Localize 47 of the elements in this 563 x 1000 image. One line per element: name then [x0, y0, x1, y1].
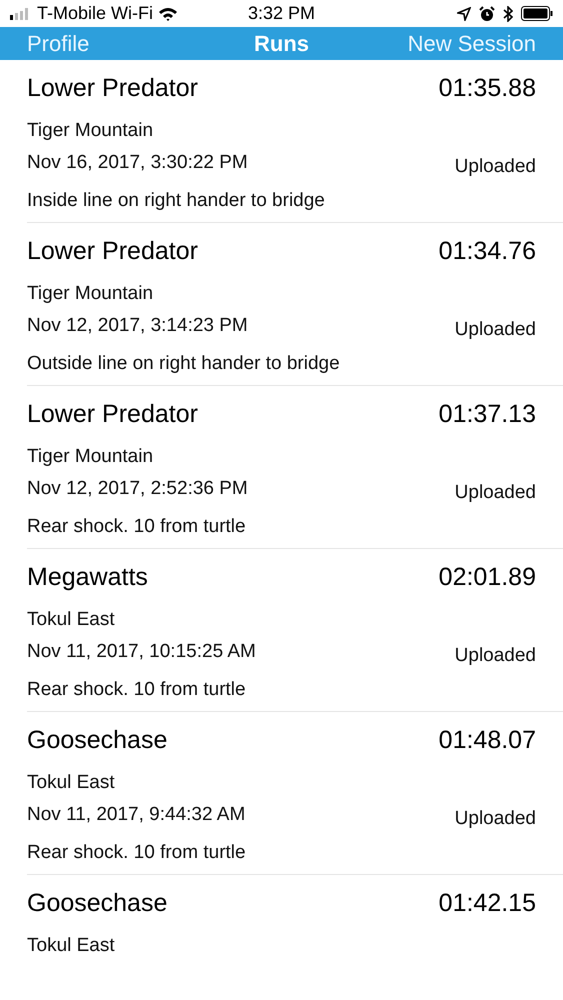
- battery-icon: [521, 6, 553, 21]
- trail-name: Lower Predator: [27, 236, 198, 268]
- location-name: Tiger Mountain: [27, 119, 154, 139]
- run-time: 01:48.07: [438, 725, 536, 756]
- location-name: Tokul East: [27, 608, 115, 628]
- run-row[interactable]: Goosechase 01:42.15 Tokul East: [27, 875, 563, 1000]
- location-arrow-icon: [457, 6, 471, 20]
- run-note: Outside line on right hander to bridge: [27, 352, 340, 372]
- trail-name: Lower Predator: [27, 73, 198, 104]
- location-name: Tiger Mountain: [27, 445, 154, 465]
- run-time: 01:35.88: [438, 73, 536, 104]
- location-name: Tokul East: [27, 771, 115, 791]
- trail-name: Goosechase: [27, 888, 168, 920]
- run-row[interactable]: Lower Predator 01:34.76 Tiger Mountain Nov 12, 2017, 3:14:23 PM Uploaded Outside line on right hander to bridge: [27, 223, 563, 386]
- carrier-name: T-Mobile Wi-Fi: [37, 2, 153, 25]
- wifi-icon: [158, 6, 178, 20]
- run-note: Rear shock. 10 from turtle: [27, 841, 246, 861]
- run-row[interactable]: Goosechase 01:48.07 Tokul East Nov 11, 2017, 9:44:32 AM Uploaded Rear shock. 10 from turtle: [27, 712, 563, 875]
- trail-name: Megawatts: [27, 562, 148, 594]
- status-time: 3:32 PM: [248, 2, 316, 25]
- upload-status: Uploaded: [454, 154, 536, 179]
- run-time: 02:01.89: [438, 562, 536, 594]
- upload-status: Uploaded: [454, 480, 536, 505]
- upload-status: Uploaded: [454, 644, 536, 668]
- location-name: Tokul East: [27, 934, 115, 954]
- bluetooth-icon: [503, 6, 513, 22]
- run-date: Nov 16, 2017, 3:30:22 PM: [27, 150, 248, 175]
- screen-title: Runs: [254, 30, 309, 58]
- run-date: Nov 12, 2017, 2:52:36 PM: [27, 476, 248, 501]
- run-row[interactable]: Lower Predator 01:37.13 Tiger Mountain Nov 12, 2017, 2:52:36 PM Uploaded Rear shock. 10 from turtle: [27, 386, 563, 549]
- trail-name: Lower Predator: [27, 399, 198, 430]
- run-note: Rear shock. 10 from turtle: [27, 515, 246, 535]
- run-row[interactable]: Megawatts 02:01.89 Tokul East Nov 11, 2017, 10:15:25 AM Uploaded Rear shock. 10 from turtle: [27, 549, 563, 712]
- run-date: Nov 11, 2017, 9:44:32 AM: [27, 802, 246, 827]
- location-name: Tiger Mountain: [27, 282, 154, 302]
- run-time: 01:34.76: [438, 236, 536, 268]
- upload-status: Uploaded: [454, 318, 536, 342]
- run-time: 01:42.15: [438, 888, 536, 920]
- run-date: Nov 12, 2017, 3:14:23 PM: [27, 314, 248, 338]
- alarm-clock-icon: [479, 6, 495, 22]
- run-date: Nov 11, 2017, 10:15:25 AM: [27, 640, 256, 664]
- trail-name: Goosechase: [27, 725, 168, 756]
- run-time: 01:37.13: [438, 399, 536, 430]
- run-note: Inside line on right hander to bridge: [27, 189, 325, 209]
- upload-status: Uploaded: [454, 806, 536, 831]
- run-row[interactable]: Lower Predator 01:35.88 Tiger Mountain Nov 16, 2017, 3:30:22 PM Uploaded Inside line on right hander to bridge: [27, 60, 563, 223]
- run-note: Rear shock. 10 from turtle: [27, 678, 246, 698]
